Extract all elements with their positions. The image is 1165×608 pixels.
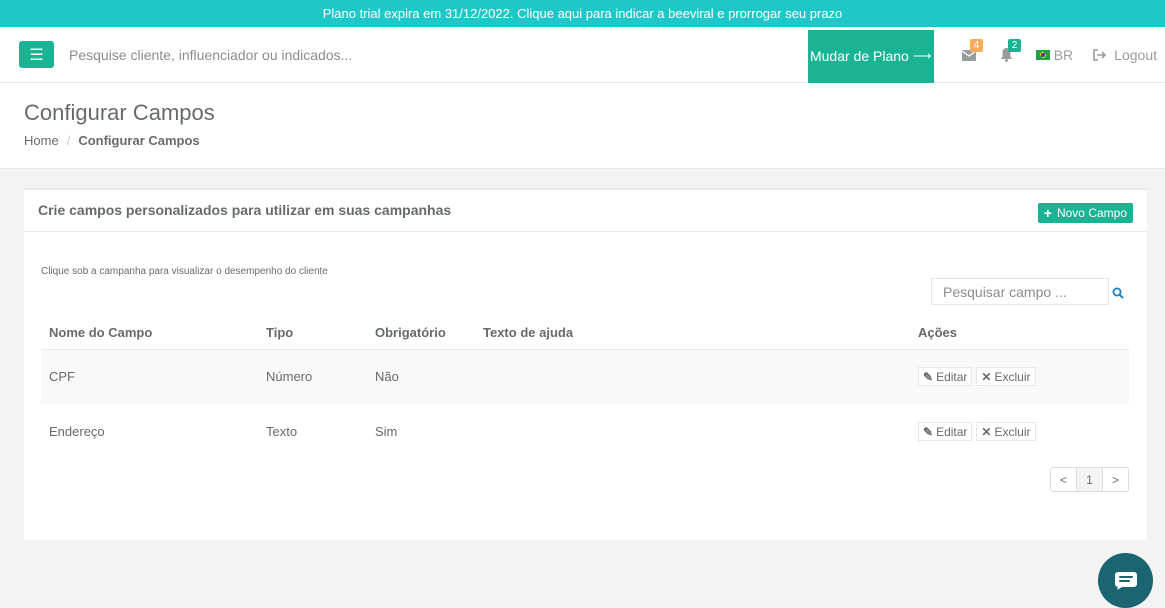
trial-banner[interactable]: Plano trial expira em 31/12/2022. Clique… — [0, 0, 1165, 27]
table-header-row: Nome do Campo Tipo Obrigatório Texto de … — [41, 316, 1129, 350]
language-label: BR — [1053, 47, 1074, 63]
edit-icon: ✎ — [923, 369, 934, 384]
cell-help — [475, 404, 910, 459]
hamburger-icon: ☰ — [29, 46, 44, 64]
notifications-button[interactable]: 2 — [988, 27, 1026, 83]
messages-button[interactable]: 4 — [950, 27, 988, 83]
change-plan-button[interactable]: Mudar de Plano ⟶ — [807, 29, 934, 83]
column-header-name[interactable]: Nome do Campo — [41, 316, 258, 350]
breadcrumb: Home / Configurar Campos — [24, 133, 1141, 148]
language-selector[interactable]: BR — [1035, 47, 1074, 63]
table-row[interactable]: CPF Número Não ✎ Editar ✕ Excluir — [41, 349, 1129, 404]
help-hint-text: Clique sob a campanha para visualizar o … — [41, 266, 328, 277]
arrow-right-icon: ⟶ — [912, 48, 932, 63]
cell-name: CPF — [41, 349, 258, 404]
plus-icon: + — [1043, 205, 1052, 221]
cell-actions: ✎ Editar ✕ Excluir — [910, 349, 1129, 404]
pagination: < 1 > — [1050, 467, 1129, 492]
new-field-button[interactable]: + Novo Campo — [1037, 203, 1133, 223]
fields-panel: Crie campos personalizados para utilizar… — [24, 188, 1147, 540]
brazil-flag-icon — [1035, 50, 1050, 60]
delete-button[interactable]: ✕ Excluir — [976, 422, 1036, 441]
close-icon: ✕ — [981, 369, 992, 384]
column-header-help[interactable]: Texto de ajuda — [475, 316, 910, 350]
delete-label: Excluir — [994, 369, 1031, 384]
sign-out-icon — [1093, 49, 1107, 61]
breadcrumb-separator: / — [66, 133, 71, 148]
column-header-actions: Ações — [910, 316, 1129, 350]
cell-type: Texto — [266, 424, 298, 439]
logout-label: Logout — [1114, 47, 1157, 63]
table-row[interactable]: Endereço Texto Sim ✎ Editar ✕ Excluir — [41, 404, 1129, 459]
cell-actions: ✎ Editar ✕ Excluir — [910, 404, 1129, 459]
page-heading: Configurar Campos Home / Configurar Campos — [0, 83, 1165, 169]
page-title: Configurar Campos — [24, 100, 215, 125]
cell-help — [475, 349, 910, 404]
edit-button[interactable]: ✎ Editar — [918, 422, 973, 441]
panel-header: Crie campos personalizados para utilizar… — [24, 190, 1147, 232]
edit-button[interactable]: ✎ Editar — [918, 367, 973, 387]
top-navbar: ☰ Mudar de Plano ⟶ 4 2 BR Logout — [0, 27, 1165, 83]
pagination-prev-button[interactable]: < — [1050, 467, 1077, 492]
fields-table: Nome do Campo Tipo Obrigatório Texto de … — [41, 316, 1129, 459]
panel-title: Crie campos personalizados para utilizar… — [38, 202, 452, 218]
close-icon: ✕ — [981, 424, 992, 439]
cell-name: Endereço — [49, 424, 105, 439]
edit-label: Editar — [936, 369, 968, 384]
edit-icon: ✎ — [923, 424, 934, 439]
logout-button[interactable]: Logout — [1093, 47, 1157, 63]
cell-required: Sim — [375, 424, 398, 439]
breadcrumb-current: Configurar Campos — [78, 133, 200, 148]
column-header-required[interactable]: Obrigatório — [367, 316, 475, 350]
edit-label: Editar — [936, 424, 968, 439]
change-plan-label: Mudar de Plano — [809, 48, 909, 64]
delete-button[interactable]: ✕ Excluir — [976, 367, 1036, 387]
new-field-label: Novo Campo — [1056, 206, 1127, 220]
pagination-next-button[interactable]: > — [1103, 467, 1129, 492]
global-search-input[interactable] — [69, 46, 489, 63]
breadcrumb-home-link[interactable]: Home — [24, 133, 59, 148]
messages-badge: 4 — [969, 39, 984, 52]
delete-label: Excluir — [994, 424, 1031, 439]
column-header-type[interactable]: Tipo — [258, 316, 367, 350]
cell-required: Não — [367, 349, 475, 404]
search-button[interactable] — [1112, 286, 1124, 304]
pagination-page-button[interactable]: 1 — [1077, 467, 1103, 492]
chat-icon — [1114, 571, 1137, 590]
search-icon — [1112, 287, 1124, 299]
chat-widget-button[interactable] — [1098, 553, 1153, 608]
cell-type: Número — [258, 349, 367, 404]
field-search-input[interactable] — [931, 278, 1109, 305]
menu-toggle-button[interactable]: ☰ — [19, 41, 54, 68]
notifications-badge: 2 — [1007, 39, 1022, 52]
